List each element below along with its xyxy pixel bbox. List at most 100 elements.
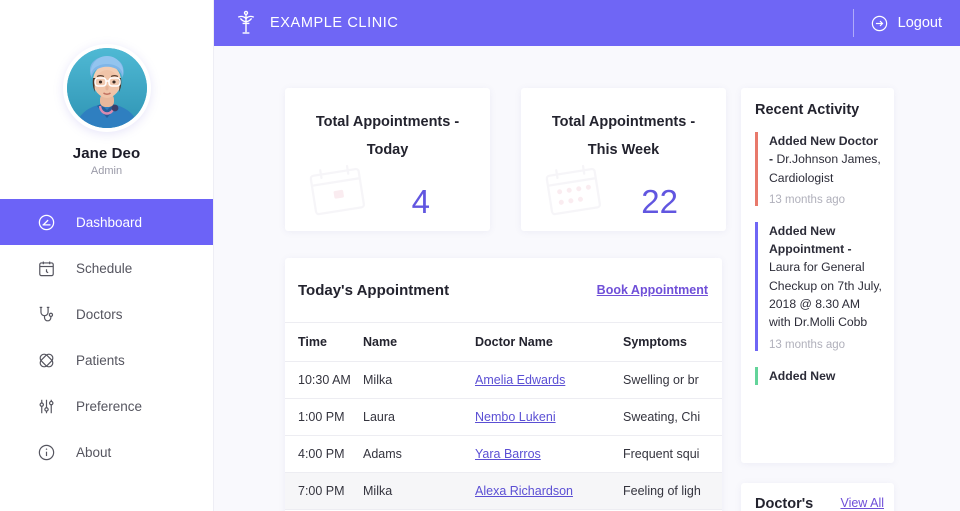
activity-time: 13 months ago	[769, 338, 846, 351]
sidebar-item-schedule[interactable]: Schedule	[0, 245, 213, 291]
column-header-doctor: Doctor Name	[475, 322, 623, 362]
view-all-link[interactable]: View All	[840, 495, 884, 511]
bandage-icon	[36, 350, 56, 370]
sidebar-nav: Dashboard Schedule Doctors Patients Pref…	[0, 199, 213, 475]
appointments-table: Time Name Doctor Name Symptoms 10:30 AM …	[285, 322, 722, 510]
cell-symptoms: Frequent squi	[623, 435, 722, 473]
doctor-link[interactable]: Amelia Edwards	[475, 373, 565, 387]
calendar-illustration	[543, 162, 605, 217]
table-body: 10:30 AM Milka Amelia Edwards Swelling o…	[285, 361, 722, 510]
column-header-time: Time	[285, 322, 363, 362]
profile-role: Admin	[90, 165, 123, 177]
doctor-link[interactable]: Nembo Lukeni	[475, 410, 556, 424]
avatar	[66, 48, 147, 128]
activity-detail: Laura for General Checkup on 7th July, 2…	[769, 260, 882, 330]
sidebar-item-doctors[interactable]: Doctors	[0, 291, 213, 337]
stat-card-week[interactable]: Total Appointments - This Week 22	[521, 88, 726, 231]
brand: EXAMPLE CLINIC	[234, 10, 398, 36]
sidebar-item-about[interactable]: About	[0, 429, 213, 475]
activity-item[interactable]: Added New Appointment - Laura for Genera…	[755, 221, 882, 351]
cell-name: Milka	[363, 361, 475, 399]
topbar-divider	[852, 9, 854, 37]
table-header-row: Time Name Doctor Name Symptoms	[285, 322, 722, 362]
activity-bold: Added New Appointment -	[769, 223, 852, 257]
activity-text: Added New Doctor - Dr.Johnson James, Car…	[769, 132, 882, 187]
sidebar-item-dashboard[interactable]: Dashboard	[0, 199, 213, 245]
sidebar-item-preference[interactable]: Preference	[0, 383, 213, 429]
activity-text: Added New Appointment - Laura for Genera…	[769, 222, 882, 332]
activity-detail: Dr.Johnson James, Cardiologist	[769, 152, 881, 185]
dashboard-icon	[36, 212, 56, 232]
cell-name: Laura	[363, 398, 475, 436]
doctors-availability-card: Doctor's Availability View All	[741, 483, 894, 511]
sidebar-item-patients[interactable]: Patients	[0, 337, 213, 383]
cell-doctor: Yara Barros	[475, 435, 623, 473]
clinic-dashboard: Jane Deo Admin Dashboard Schedule Doctor…	[0, 0, 960, 511]
profile-name: Jane Deo	[72, 145, 141, 162]
info-circle-icon	[36, 442, 56, 462]
stethoscope-icon	[36, 304, 56, 324]
appointment-title: Today's Appointment	[298, 281, 450, 299]
recent-activity-title: Recent Activity	[755, 102, 860, 118]
sliders-icon	[36, 396, 56, 416]
activity-bold: Added New	[769, 368, 836, 383]
todays-appointment-card: Today's Appointment Book Appointment Tim…	[285, 258, 722, 511]
cell-symptoms: Feeling of ligh	[623, 472, 722, 510]
table-row[interactable]: 7:00 PM Milka Alexa Richardson Feeling o…	[285, 472, 722, 510]
logout-label: Logout	[897, 15, 942, 31]
avatar-ring	[62, 44, 151, 132]
cell-name: Adams	[363, 435, 475, 473]
cell-time: 7:00 PM	[285, 472, 363, 510]
doctor-link[interactable]: Alexa Richardson	[475, 484, 573, 498]
stat-value: 22	[641, 183, 678, 220]
column-header-symptoms: Symptoms	[623, 322, 722, 362]
activity-text: Added New	[769, 367, 882, 385]
calendar-illustration	[307, 162, 369, 217]
sidebar-item-label: About	[76, 444, 112, 460]
stat-title: Total Appointments - This Week	[551, 114, 696, 159]
sidebar-item-label: Schedule	[76, 260, 133, 276]
sidebar-item-label: Doctors	[76, 306, 123, 322]
availability-title: Doctor's Availability	[755, 496, 814, 511]
cell-doctor: Nembo Lukeni	[475, 398, 623, 436]
caduceus-icon	[234, 10, 258, 36]
book-appointment-link[interactable]: Book Appointment	[597, 283, 708, 297]
sidebar: Jane Deo Admin Dashboard Schedule Doctor…	[0, 0, 214, 511]
activity-time: 13 months ago	[769, 193, 846, 206]
cell-name: Milka	[363, 472, 475, 510]
stat-card-today[interactable]: Total Appointments - Today 4	[285, 88, 490, 231]
sidebar-item-label: Preference	[76, 398, 143, 414]
table-row[interactable]: 10:30 AM Milka Amelia Edwards Swelling o…	[285, 361, 722, 399]
sidebar-item-label: Dashboard	[76, 214, 143, 230]
cell-doctor: Alexa Richardson	[475, 472, 623, 510]
recent-activity-card: Recent Activity Added New Doctor - Dr.Jo…	[741, 88, 894, 463]
content: Total Appointments - Today 4 Total Appoi…	[214, 46, 960, 511]
profile-block: Jane Deo Admin	[0, 0, 213, 177]
cell-time: 10:30 AM	[285, 361, 363, 399]
table-row[interactable]: 4:00 PM Adams Yara Barros Frequent squi	[285, 435, 722, 473]
cell-time: 1:00 PM	[285, 398, 363, 436]
cell-doctor: Amelia Edwards	[475, 361, 623, 399]
calendar-icon	[36, 258, 56, 278]
logout-button[interactable]: Logout	[870, 14, 942, 33]
cell-time: 4:00 PM	[285, 435, 363, 473]
main-area: EXAMPLE CLINIC Logout Total Appointments…	[214, 0, 960, 511]
stat-bottom: 4	[285, 163, 490, 225]
topbar: EXAMPLE CLINIC Logout	[214, 0, 960, 46]
column-header-name: Name	[363, 322, 475, 362]
activity-item[interactable]: Added New	[755, 366, 882, 385]
appointment-header: Today's Appointment Book Appointment	[285, 258, 722, 322]
cell-symptoms: Sweating, Chi	[623, 398, 722, 436]
stat-value: 4	[411, 183, 430, 220]
sidebar-item-label: Patients	[76, 352, 125, 368]
brand-text: EXAMPLE CLINIC	[270, 15, 399, 31]
doctor-avatar-photo	[66, 48, 147, 128]
table-row[interactable]: 1:00 PM Laura Nembo Lukeni Sweating, Chi	[285, 398, 722, 436]
stat-cards: Total Appointments - Today 4 Total Appoi…	[285, 88, 726, 231]
stat-title: Total Appointments - Today	[315, 114, 460, 159]
stat-bottom: 22	[521, 163, 726, 225]
doctor-link[interactable]: Yara Barros	[475, 447, 541, 461]
cell-symptoms: Swelling or br	[623, 361, 722, 399]
table-head: Time Name Doctor Name Symptoms	[285, 322, 722, 362]
activity-item[interactable]: Added New Doctor - Dr.Johnson James, Car…	[755, 132, 882, 206]
